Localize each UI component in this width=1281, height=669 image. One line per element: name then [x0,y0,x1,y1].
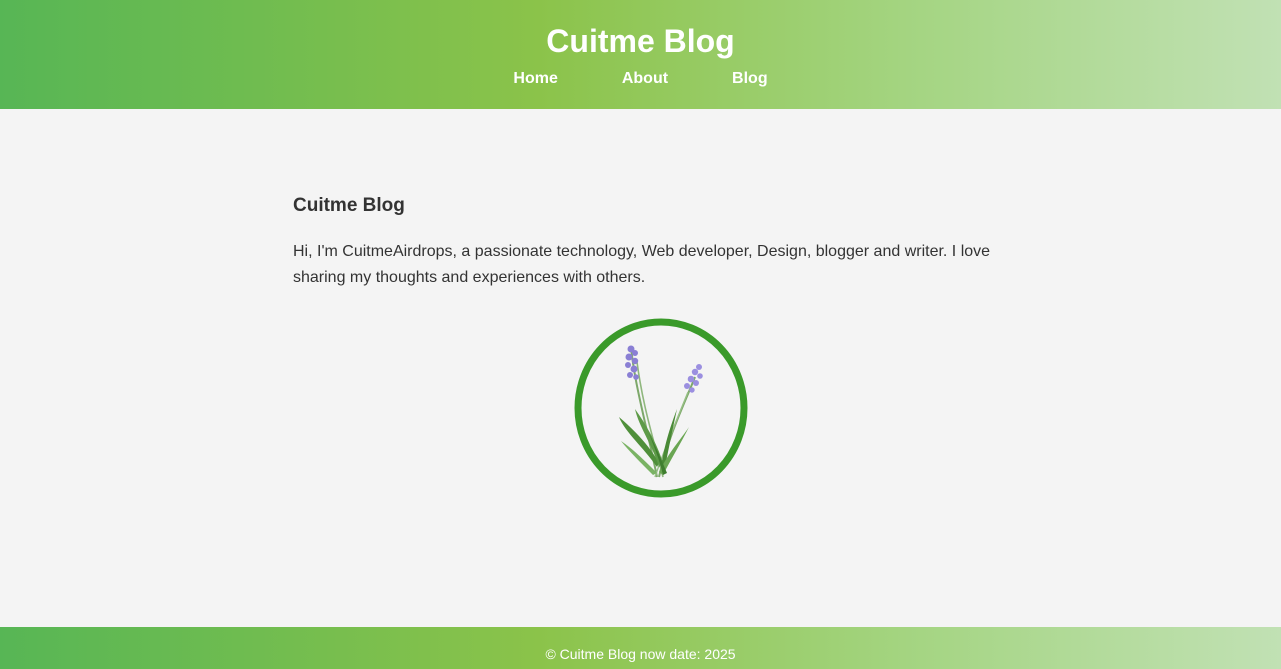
site-title: Cuitme Blog [546,23,735,59]
footer-copyright: © Cuitme Blog now date: 2025 [545,646,736,662]
nav-link-home[interactable]: Home [481,69,589,89]
nav-link-about[interactable]: About [590,69,700,89]
content-heading: Cuitme Blog [293,195,405,216]
main-nav: Home About Blog [0,69,1281,89]
nav-link-blog[interactable]: Blog [700,69,800,89]
lavender-emblem-icon [573,317,750,499]
main-content: Cuitme Blog Hi, I'm CuitmeAirdrops, a pa… [293,193,1013,291]
site-header: Cuitme Blog Home About Blog [0,0,1281,109]
intro-paragraph: Hi, I'm CuitmeAirdrops, a passionate tec… [293,243,991,286]
site-footer: © Cuitme Blog now date: 2025 [0,627,1281,669]
